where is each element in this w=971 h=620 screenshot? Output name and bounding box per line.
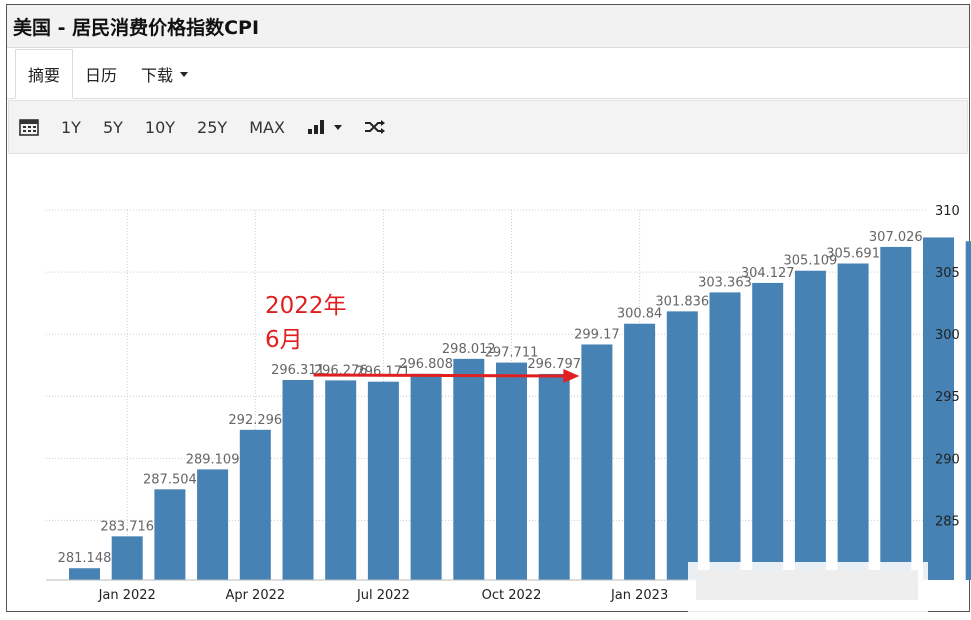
bar-2023-04[interactable] xyxy=(752,282,784,580)
bar-2022-03[interactable] xyxy=(197,469,229,580)
x-tick-label: Apr 2022 xyxy=(225,588,285,603)
bar-2023-07[interactable] xyxy=(880,246,912,580)
y-tick-label: 300 xyxy=(935,328,960,343)
bar-2022-01[interactable] xyxy=(111,536,143,580)
bar-2022-02[interactable] xyxy=(154,489,186,580)
y-tick-label: 295 xyxy=(935,390,960,405)
data-label: 296.808 xyxy=(399,357,453,372)
bar-2022-06[interactable] xyxy=(325,380,357,580)
data-label-layer: 281.148283.716287.504289.109292.296296.3… xyxy=(58,230,923,566)
data-label: 296.797 xyxy=(527,357,581,372)
bar-2022-04[interactable] xyxy=(239,429,271,580)
x-tick-label: Jan 2023 xyxy=(610,588,668,603)
data-label: 305.691 xyxy=(826,247,880,262)
bar-2022-11[interactable] xyxy=(538,373,570,580)
data-label: 292.296 xyxy=(228,413,282,428)
cpi-bar-chart: 281.148283.716287.504289.109292.296296.3… xyxy=(46,204,971,612)
bar-2022-12[interactable] xyxy=(581,344,613,580)
y-tick-label: 290 xyxy=(935,452,960,467)
annotation-month: 6月 xyxy=(265,327,303,353)
y-tick-label: 305 xyxy=(935,266,960,281)
x-tick-label: Jan 2022 xyxy=(98,588,156,603)
bar-2022-08[interactable] xyxy=(410,373,442,580)
data-label: 301.836 xyxy=(655,294,709,309)
bar-2023-01[interactable] xyxy=(624,323,656,580)
data-label: 287.504 xyxy=(143,472,197,487)
annotation-year: 2022年 xyxy=(265,293,347,319)
bar-2022-09[interactable] xyxy=(453,358,485,580)
bar-2022-07[interactable] xyxy=(367,381,399,580)
bar-2023-03[interactable] xyxy=(709,292,741,580)
x-tick-label: Oct 2022 xyxy=(482,588,542,603)
x-tick-label: Jul 2022 xyxy=(356,588,410,603)
annotation-arrow xyxy=(313,373,566,378)
bar-2023-09[interactable] xyxy=(965,241,971,580)
bar-2022-10[interactable] xyxy=(496,362,527,580)
bar-2023-06[interactable] xyxy=(837,263,869,580)
bar-2021-12[interactable] xyxy=(69,568,100,580)
data-label: 299.17 xyxy=(574,327,620,342)
bar-2022-05[interactable] xyxy=(282,379,314,580)
data-label: 283.716 xyxy=(100,519,154,534)
bottom-overlay xyxy=(688,562,928,612)
data-label: 281.148 xyxy=(58,551,112,566)
data-label: 289.109 xyxy=(186,452,240,467)
data-label: 307.026 xyxy=(869,230,923,245)
bar-layer xyxy=(69,237,971,580)
y-tick-label: 310 xyxy=(935,204,960,219)
y-tick-label: 285 xyxy=(935,514,960,529)
bar-2023-05[interactable] xyxy=(794,270,826,580)
bar-2023-02[interactable] xyxy=(666,311,698,580)
